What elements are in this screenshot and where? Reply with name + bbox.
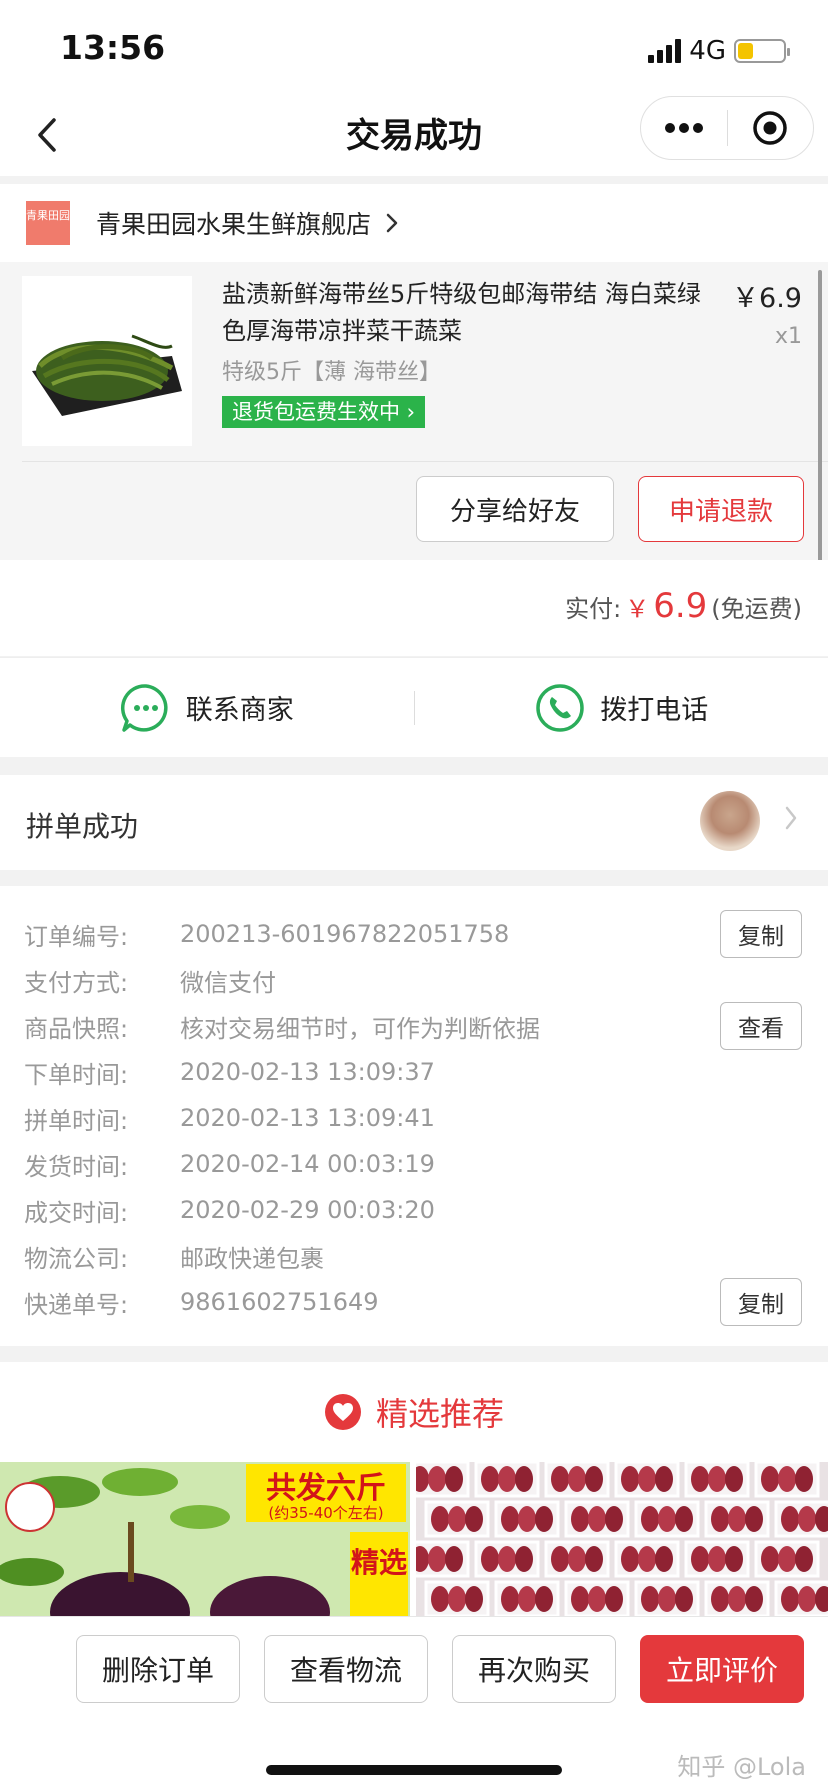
order-info-key: 成交时间:	[24, 1198, 129, 1227]
order-info-value: 2020-02-13 13:09:41	[180, 1104, 435, 1132]
order-info-value: 9861602751649	[180, 1288, 379, 1316]
rebuy-button[interactable]: 再次购买	[452, 1635, 616, 1703]
view-logistics-button[interactable]: 查看物流	[264, 1635, 428, 1703]
kelp-image	[22, 276, 192, 446]
group-status: 拼单成功	[26, 810, 139, 843]
recommend-product-sweet-potato[interactable]	[416, 1462, 828, 1616]
delete-order-button[interactable]: 删除订单	[76, 1635, 240, 1703]
paid-label: 实付:	[565, 595, 622, 623]
order-info-key: 物流公司:	[24, 1244, 129, 1273]
scrollbar[interactable]	[818, 270, 822, 580]
order-info-key: 快递单号:	[24, 1290, 129, 1319]
store-logo: 青果田园	[26, 201, 70, 245]
home-indicator[interactable]	[266, 1765, 562, 1775]
product-quantity: x1	[774, 324, 802, 349]
chevron-right-icon	[386, 213, 398, 233]
signal-icon	[648, 39, 682, 63]
order-info-key: 发货时间:	[24, 1152, 129, 1181]
order-info-key: 拼单时间:	[24, 1106, 129, 1135]
order-info-row: 快递单号: 9861602751649	[24, 1282, 379, 1322]
chevron-right-icon	[785, 806, 797, 830]
recommend-grid: 共发六斤 (约35-40个左右) 精选	[0, 1462, 828, 1616]
item-divider	[22, 461, 828, 462]
order-info-value: 2020-02-29 00:03:20	[180, 1196, 435, 1224]
call-phone-label: 拨打电话	[600, 695, 709, 726]
recommend-title: 精选推荐	[375, 1395, 504, 1433]
banner-badge: 精选	[351, 1546, 407, 1579]
order-info-value: 核对交易细节时，可作为判断依据	[180, 1014, 540, 1043]
nav-bar: 交易成功	[0, 96, 828, 176]
contact-merchant-label: 联系商家	[185, 695, 294, 726]
recommend-header: 精选推荐	[0, 1362, 828, 1462]
order-info-row: 商品快照: 核对交易细节时，可作为判断依据	[24, 1006, 540, 1046]
order-info-value: 邮政快递包裹	[180, 1244, 324, 1273]
view-snapshot-button[interactable]: 查看	[720, 1002, 802, 1050]
copy-button[interactable]: 复制	[720, 910, 802, 958]
more-button[interactable]	[641, 97, 727, 159]
store-name: 青果田园水果生鲜旗舰店	[96, 210, 372, 239]
heart-icon	[324, 1394, 361, 1430]
order-info-value: 2020-02-14 00:03:19	[180, 1150, 435, 1178]
group-buy-row[interactable]: 拼单成功	[0, 775, 828, 870]
copy-button[interactable]: 复制	[720, 1278, 802, 1326]
store-row[interactable]: 青果田园 青果田园水果生鲜旗舰店	[0, 184, 828, 262]
order-info-row: 物流公司: 邮政快递包裹	[24, 1236, 324, 1276]
call-phone-button[interactable]: 拨打电话	[415, 682, 828, 734]
review-button[interactable]: 立即评价	[640, 1635, 804, 1703]
more-dots-icon	[664, 123, 703, 133]
phone-icon	[536, 683, 584, 732]
order-info-value: 微信支付	[180, 968, 276, 997]
bottom-action-bar: 删除订单 查看物流 再次购买 立即评价 知乎 @Lola	[0, 1616, 828, 1792]
mini-program-capsule	[640, 96, 814, 160]
product-title: 盐渍新鲜海带丝5斤特级包邮海带结 海白菜绿色厚海带凉拌菜干蔬菜	[222, 280, 701, 345]
chat-icon	[120, 683, 168, 732]
avatar	[700, 791, 760, 851]
chevron-right-icon: ›	[400, 400, 416, 424]
battery-icon	[734, 39, 790, 63]
recommend-product-passionfruit[interactable]: 共发六斤 (约35-40个左右) 精选	[0, 1462, 410, 1616]
order-info-row: 成交时间: 2020-02-29 00:03:20	[24, 1190, 435, 1230]
status-indicators: 4G	[648, 36, 790, 66]
return-shipping-tag[interactable]: 退货包运费生效中 ›	[222, 396, 426, 428]
payment-summary: 实付: ￥ 6.9 (免运费)	[0, 560, 828, 656]
status-time: 13:56	[60, 28, 166, 67]
order-info-key: 订单编号:	[24, 922, 129, 951]
order-info-key: 商品快照:	[24, 1014, 129, 1043]
order-info-key: 支付方式:	[24, 968, 129, 997]
passionfruit-image: 共发六斤 (约35-40个左右) 精选	[0, 1462, 410, 1616]
product-price: ￥6.9	[732, 283, 802, 314]
order-info-row: 拼单时间: 2020-02-13 13:09:41	[24, 1098, 435, 1138]
banner-sub: (约35-40个左右)	[268, 1504, 383, 1522]
order-info-section: 订单编号: 200213-601967822051758 复制 支付方式: 微信支付 商品…	[0, 886, 828, 1346]
shipping-note: (免运费)	[711, 595, 802, 623]
sweet-potato-image	[416, 1462, 828, 1616]
refund-button[interactable]: 申请退款	[638, 476, 804, 542]
contact-bar: 联系商家 拨打电话	[0, 657, 828, 757]
order-info-row: 下单时间: 2020-02-13 13:09:37	[24, 1052, 435, 1092]
product-image[interactable]	[22, 276, 192, 446]
order-info-row: 支付方式: 微信支付	[24, 960, 276, 1000]
order-info-value: 2020-02-13 13:09:37	[180, 1058, 435, 1086]
product-spec: 特级5斤【薄 海带丝】	[222, 360, 441, 385]
paid-amount: 6.9	[653, 586, 708, 626]
target-icon	[753, 111, 787, 145]
order-info-row: 发货时间: 2020-02-14 00:03:19	[24, 1144, 435, 1184]
order-info-value: 200213-601967822051758	[180, 920, 510, 948]
close-program-button[interactable]	[728, 97, 814, 159]
banner-headline: 共发六斤	[266, 1471, 386, 1506]
return-shipping-tag-label: 退货包运费生效中	[232, 400, 400, 424]
order-item-card[interactable]: 盐渍新鲜海带丝5斤特级包邮海带结 海白菜绿色厚海带凉拌菜干蔬菜 ￥6.9 x1 …	[0, 262, 828, 560]
order-info-key: 下单时间:	[24, 1060, 129, 1089]
paid-currency: ￥	[625, 595, 650, 623]
order-info-row: 订单编号: 200213-601967822051758	[24, 914, 509, 954]
watermark: 知乎 @Lola	[677, 1753, 806, 1781]
contact-merchant-button[interactable]: 联系商家	[0, 682, 414, 734]
network-type: 4G	[689, 36, 726, 66]
status-bar: 13:56 4G	[0, 0, 828, 96]
share-button[interactable]: 分享给好友	[416, 476, 614, 542]
